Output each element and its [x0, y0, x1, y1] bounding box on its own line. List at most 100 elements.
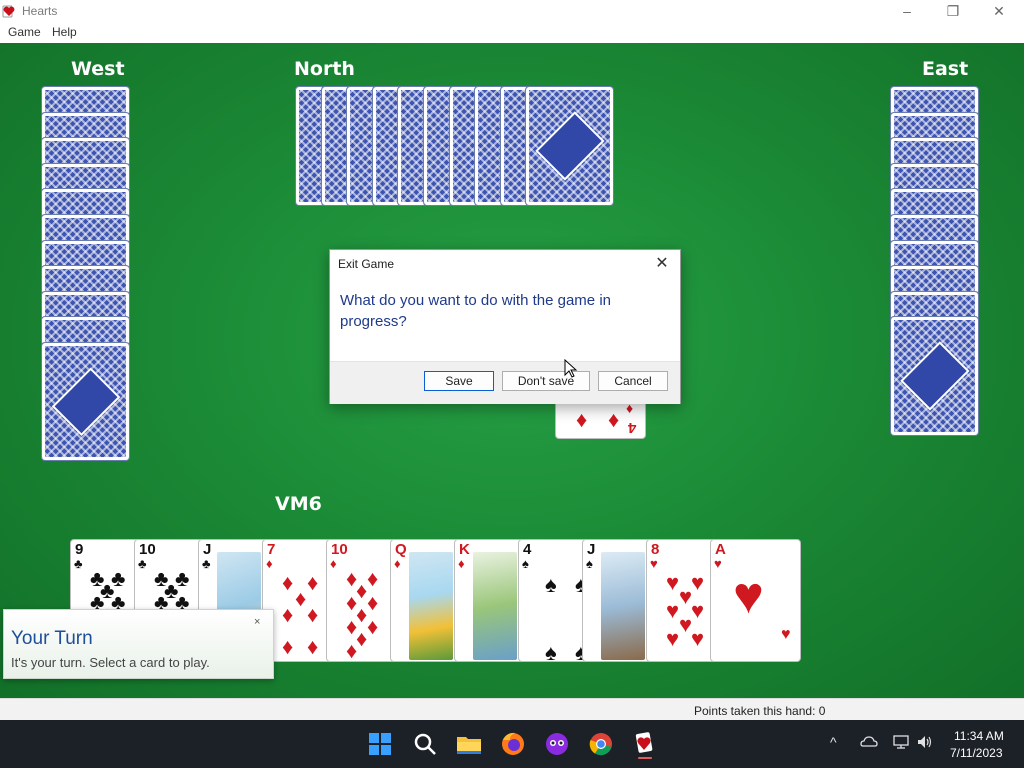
card-back-ornament — [534, 111, 605, 181]
played-card-rank: 4 — [628, 419, 637, 436]
menu-bar — [0, 22, 1024, 43]
card-pip: ♠ — [545, 640, 557, 662]
card-pip: ♥ — [691, 626, 705, 651]
card-suit: ♠ — [522, 556, 529, 571]
hearts-icon[interactable] — [629, 728, 661, 760]
card-pip: ♥ — [781, 626, 791, 643]
hand-card[interactable]: A ♥ ♥ ♥ — [710, 539, 801, 662]
card-pip: ♥ — [666, 626, 680, 651]
card-suit: ♠ — [586, 556, 593, 571]
mouse-cursor-icon — [564, 359, 578, 378]
card-rank: 10 — [331, 541, 348, 558]
search-icon[interactable] — [409, 728, 441, 760]
card-pip: ♦ — [356, 626, 368, 651]
dialog-close-button[interactable]: ✕ — [650, 254, 674, 274]
notification-close-button[interactable]: × — [254, 616, 260, 628]
card-pip: ♦ — [307, 602, 319, 627]
card-suit: ♣ — [74, 556, 83, 571]
dialog-message: What do you want to do with the game in … — [340, 292, 611, 330]
card-pip: ♠ — [545, 572, 557, 597]
card-suit: ♣ — [202, 556, 211, 571]
card-pip: ♥ — [679, 612, 693, 637]
notification-title: Your Turn — [11, 628, 93, 649]
card-pip: ♥ — [733, 567, 764, 625]
chrome-icon[interactable] — [585, 728, 617, 760]
card-pip: ♦ — [307, 634, 319, 659]
card-back — [890, 316, 979, 436]
windows-start-icon[interactable] — [364, 728, 396, 760]
card-pip: ♦ — [282, 602, 294, 627]
firefox-icon[interactable] — [497, 728, 529, 760]
menu-game[interactable]: Game — [8, 25, 41, 39]
card-rank: J — [203, 541, 212, 558]
card-rank: 4 — [523, 541, 532, 558]
title-bar — [0, 0, 1024, 22]
face-card-art — [473, 552, 517, 660]
minimize-button[interactable]: – — [884, 0, 930, 22]
tray-chevron-icon[interactable]: ^ — [830, 734, 837, 750]
card-suit: ♦ — [458, 556, 465, 571]
card-rank: A — [715, 541, 726, 558]
card-pip: ♦ — [346, 638, 358, 662]
card-pip: ♥ — [666, 570, 680, 595]
card-pip: ♣ — [164, 578, 179, 603]
card-back — [525, 86, 614, 206]
card-rank: Q — [395, 541, 407, 558]
turn-notification: Your Turn It's your turn. Select a card … — [3, 609, 274, 679]
card-back — [41, 342, 130, 461]
card-suit: ♣ — [138, 556, 147, 571]
card-pip: ♥ — [666, 598, 680, 623]
player-label-west: West — [71, 58, 125, 80]
clock-time[interactable]: 11:34 AM — [954, 729, 1004, 743]
card-pip: ♦ — [307, 570, 319, 595]
player-label-north: North — [294, 58, 355, 80]
card-pip: ♥ — [679, 584, 693, 609]
window-title: Hearts — [22, 4, 58, 18]
network-icon[interactable] — [892, 734, 910, 750]
card-suit: ♦ — [266, 556, 273, 571]
menu-help[interactable]: Help — [52, 25, 77, 39]
card-pip: ♦ — [356, 602, 368, 627]
onedrive-icon[interactable] — [860, 734, 878, 750]
card-pip: ♦ — [367, 614, 379, 639]
game-app-icon[interactable] — [541, 728, 573, 760]
face-card-art — [601, 552, 645, 660]
notification-message: It's your turn. Select a card to play. — [11, 655, 210, 670]
card-suit: ♦ — [330, 556, 337, 571]
card-pip: ♣ — [100, 578, 115, 603]
volume-icon[interactable] — [916, 734, 934, 750]
card-pip: ♦ — [282, 570, 294, 595]
card-suit: ♥ — [714, 556, 722, 571]
taskbar: ^ 11:34 AM 7/11/2023 — [0, 720, 1024, 768]
card-pip: ♥ — [691, 570, 705, 595]
hearts-app-icon — [2, 5, 15, 18]
card-pip: ♦ — [295, 586, 307, 611]
status-bar: Points taken this hand: 0 — [0, 698, 1024, 721]
maximize-button[interactable]: ❐ — [930, 0, 976, 22]
card-rank: 8 — [651, 541, 660, 558]
close-window-button[interactable]: ✕ — [976, 0, 1022, 22]
exit-game-dialog: Exit Game ✕ What do you want to do with … — [329, 249, 681, 404]
card-rank: K — [459, 541, 470, 558]
card-pip: ♥ — [691, 598, 705, 623]
card-pip: ♦ — [356, 578, 368, 603]
card-pip: ♦ — [367, 590, 379, 615]
player-label-south: VM6 — [275, 493, 322, 515]
cancel-button[interactable]: Cancel — [598, 371, 668, 391]
card-rank: J — [587, 541, 596, 558]
card-rank: 7 — [267, 541, 276, 558]
save-button[interactable]: Save — [424, 371, 494, 391]
card-suit: ♦ — [394, 556, 401, 571]
card-back-ornament — [50, 366, 121, 437]
card-back-ornament — [899, 341, 970, 411]
clock-date[interactable]: 7/11/2023 — [950, 746, 1003, 760]
card-suit: ♥ — [650, 556, 658, 571]
file-explorer-icon[interactable] — [453, 728, 485, 760]
dialog-title: Exit Game — [338, 257, 395, 271]
card-rank: 10 — [139, 541, 156, 558]
face-card-art — [409, 552, 453, 660]
points-status: Points taken this hand: 0 — [694, 704, 826, 718]
played-card-suit: ♦ — [576, 407, 588, 432]
card-rank: 9 — [75, 541, 84, 558]
card-pip: ♦ — [367, 566, 379, 591]
